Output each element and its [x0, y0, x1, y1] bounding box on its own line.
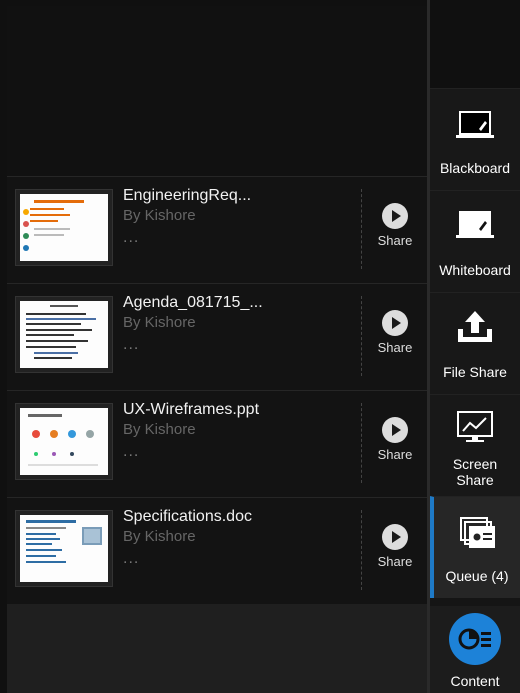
queue-item-specifications[interactable]: Specifications.doc By Kishore ... Share: [7, 497, 427, 604]
file-name: Agenda_081715_...: [123, 294, 263, 311]
sidebar-label: Queue (4): [445, 568, 509, 584]
queue-item-wireframes[interactable]: UX-Wireframes.ppt By Kishore ... Share: [7, 390, 427, 497]
sidebar-item-blackboard[interactable]: Blackboard: [430, 88, 520, 190]
sidebar-label: File Share: [443, 364, 507, 380]
sidebar-item-screen-share[interactable]: Screen Share: [430, 394, 520, 496]
file-name: UX-Wireframes.ppt: [123, 401, 260, 418]
document-thumbnail[interactable]: [15, 296, 113, 373]
queue-footer: [7, 604, 427, 693]
file-name: Specifications.doc: [123, 508, 252, 525]
more-options[interactable]: ...: [123, 336, 139, 354]
sidebar-label-line2: Share: [456, 472, 494, 488]
file-owner: By Kishore: [123, 421, 196, 438]
file-name: EngineeringReq...: [123, 187, 252, 204]
more-options[interactable]: ...: [123, 550, 139, 568]
share-button[interactable]: Share: [369, 310, 421, 355]
queue-item-agenda[interactable]: Agenda_081715_... By Kishore ... Share: [7, 283, 427, 390]
share-label: Share: [377, 340, 413, 355]
share-button[interactable]: Share: [369, 524, 421, 569]
sidebar-item-file-share[interactable]: File Share: [430, 292, 520, 394]
document-thumbnail[interactable]: [15, 403, 113, 480]
sidebar-item-whiteboard[interactable]: Whiteboard: [430, 190, 520, 292]
divider: [361, 403, 362, 483]
queue-item-engineering[interactable]: EngineeringReq... By Kishore ... Share: [7, 176, 427, 283]
stage-area: [7, 6, 427, 176]
content-label: Content: [450, 673, 500, 689]
document-thumbnail[interactable]: [15, 189, 113, 266]
divider: [361, 189, 362, 269]
content-queue-list: EngineeringReq... By Kishore ... Share A…: [7, 176, 427, 604]
document-thumbnail[interactable]: [15, 510, 113, 587]
whiteboard-icon: [456, 211, 494, 238]
play-icon: [382, 203, 408, 229]
content-button[interactable]: Content: [430, 606, 520, 693]
sidebar-label-line1: Screen: [452, 456, 498, 472]
sidebar-header: [430, 0, 520, 88]
divider: [361, 510, 362, 590]
upload-icon: [458, 311, 492, 342]
sidebar-label: Whiteboard: [439, 262, 511, 278]
share-label: Share: [377, 447, 413, 462]
share-button[interactable]: Share: [369, 203, 421, 248]
blackboard-icon: [456, 111, 494, 138]
sidebar-label: Blackboard: [439, 160, 511, 176]
file-owner: By Kishore: [123, 314, 196, 331]
share-button[interactable]: Share: [369, 417, 421, 462]
queue-icon: [460, 517, 495, 548]
file-owner: By Kishore: [123, 528, 196, 545]
sidebar-item-queue[interactable]: Queue (4): [430, 496, 520, 598]
play-icon: [382, 524, 408, 550]
sidebar-label: Screen Share: [430, 456, 520, 488]
play-icon: [382, 417, 408, 443]
share-label: Share: [377, 554, 413, 569]
more-options[interactable]: ...: [123, 443, 139, 461]
main-panel: EngineeringReq... By Kishore ... Share A…: [7, 6, 427, 693]
share-label: Share: [377, 233, 413, 248]
divider: [361, 296, 362, 376]
screen-share-icon: [457, 411, 493, 442]
tools-sidebar: Blackboard Whiteboard File Share Screen …: [427, 0, 520, 693]
file-owner: By Kishore: [123, 207, 196, 224]
content-icon: [449, 613, 501, 665]
play-icon: [382, 310, 408, 336]
more-options[interactable]: ...: [123, 229, 139, 247]
